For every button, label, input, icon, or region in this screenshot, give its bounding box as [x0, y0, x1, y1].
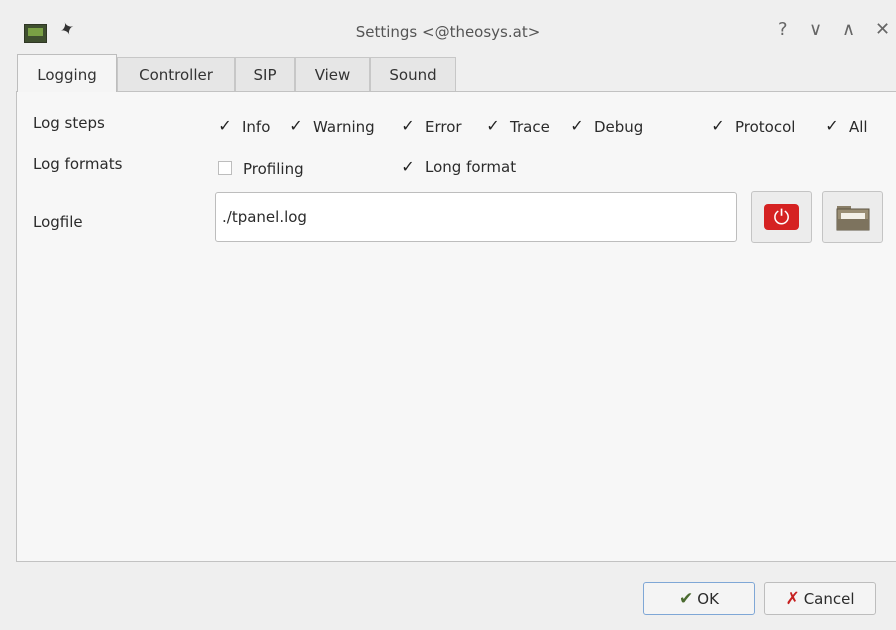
warning-label[interactable]: Warning — [313, 118, 375, 136]
cancel-label: Cancel — [803, 589, 855, 608]
reset-logfile-button[interactable]: ⏻ — [751, 191, 812, 243]
debug-label[interactable]: Debug — [594, 118, 643, 136]
long-format-checkbox[interactable]: ✓ — [401, 159, 415, 175]
ok-label: OK — [697, 589, 719, 608]
error-label[interactable]: Error — [425, 118, 462, 136]
warning-checkbox[interactable]: ✓ — [289, 118, 303, 134]
error-checkbox[interactable]: ✓ — [401, 118, 415, 134]
protocol-checkbox[interactable]: ✓ — [711, 118, 725, 134]
all-label[interactable]: All — [849, 118, 868, 136]
maximize-icon[interactable]: ∧ — [842, 20, 855, 40]
logfile-label: Logfile — [33, 213, 83, 231]
profiling-checkbox[interactable] — [218, 161, 232, 175]
profiling-label[interactable]: Profiling — [243, 160, 304, 178]
long-format-label[interactable]: Long format — [425, 158, 516, 176]
logfile-input[interactable] — [215, 192, 737, 242]
power-icon: ⏻ — [764, 204, 799, 230]
ok-button[interactable]: ✔ OK — [643, 582, 755, 615]
minimize-icon[interactable]: ∨ — [809, 20, 822, 40]
folder-icon — [836, 206, 870, 231]
trace-label[interactable]: Trace — [510, 118, 550, 136]
tab-logging[interactable]: Logging — [17, 54, 117, 92]
tab-sip[interactable]: SIP — [235, 57, 295, 91]
tab-view[interactable]: View — [295, 57, 370, 91]
info-checkbox[interactable]: ✓ — [218, 118, 232, 134]
tab-sound[interactable]: Sound — [370, 57, 456, 91]
cancel-icon: ✗ — [785, 588, 800, 609]
help-icon[interactable]: ? — [778, 20, 788, 40]
ok-icon: ✔ — [679, 588, 694, 609]
trace-checkbox[interactable]: ✓ — [486, 118, 500, 134]
log-formats-label: Log formats — [33, 155, 123, 173]
debug-checkbox[interactable]: ✓ — [570, 118, 584, 134]
cancel-button[interactable]: ✗ Cancel — [764, 582, 876, 615]
protocol-label[interactable]: Protocol — [735, 118, 795, 136]
tab-controller[interactable]: Controller — [117, 57, 235, 91]
info-label[interactable]: Info — [242, 118, 270, 136]
close-icon[interactable]: ✕ — [875, 20, 890, 40]
window-title: Settings <@theosys.at> — [355, 23, 541, 41]
all-checkbox[interactable]: ✓ — [825, 118, 839, 134]
browse-logfile-button[interactable] — [822, 191, 883, 243]
log-steps-label: Log steps — [33, 114, 105, 132]
